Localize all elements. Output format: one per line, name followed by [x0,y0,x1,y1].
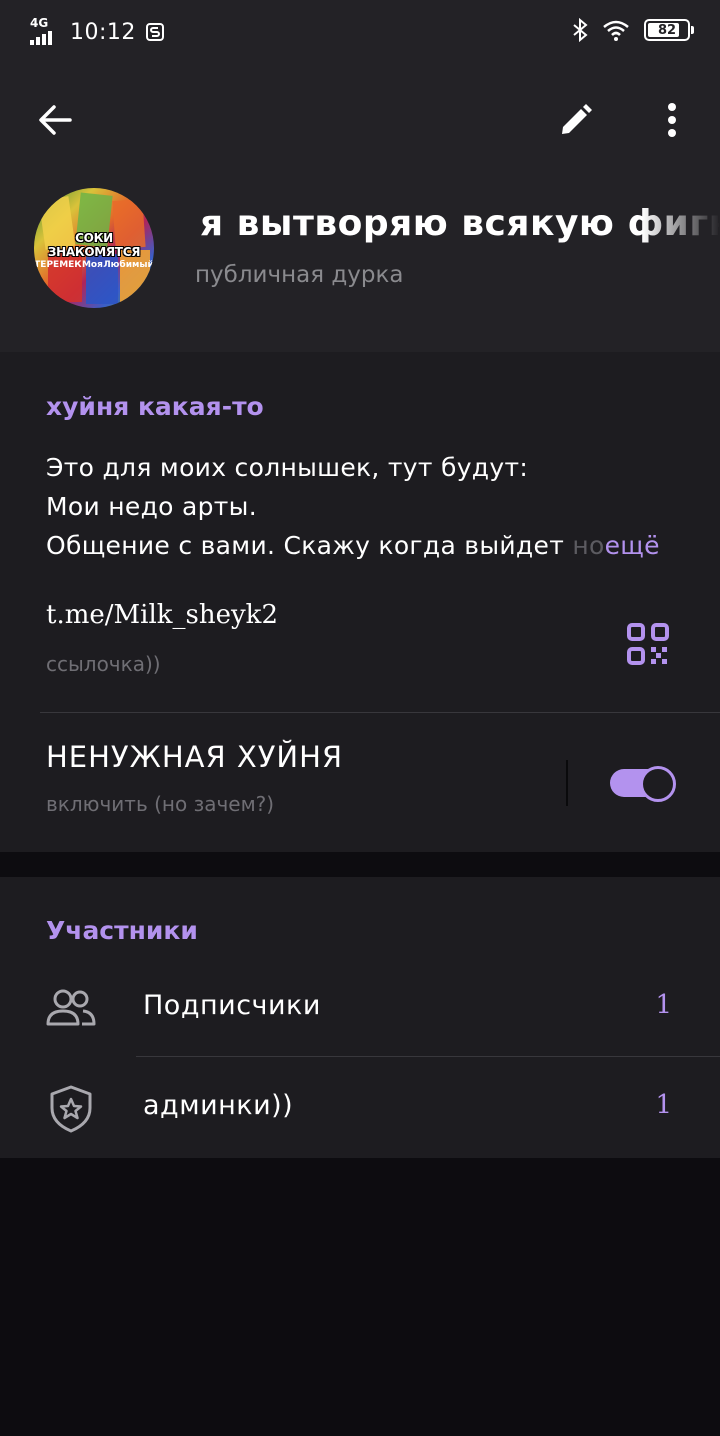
screenshot-notification-icon [145,23,164,41]
edit-button[interactable] [546,90,606,150]
channel-header: 4G 10:12 82 СОКИ ЗНАКОМЯТСЯ ТЕРЕМЕК Моя … [0,0,720,352]
description-line: Мои недо арты. [46,492,257,521]
admins-row[interactable]: админки)) [143,1090,293,1121]
channel-description[interactable]: Это для моих солнышек, тут будут: Мои не… [46,448,686,565]
toggle-switch[interactable] [610,766,676,802]
back-button[interactable] [25,90,85,150]
channel-type: публичная дурка [195,262,404,288]
cellular-signal-icon: 4G [30,17,60,47]
network-type: 4G [30,16,49,30]
status-time: 10:12 [70,19,136,45]
status-bar: 4G 10:12 82 [0,0,720,64]
toggle-setting-caption: включить (но зачем?) [46,792,275,816]
battery-level: 82 [657,22,677,38]
people-icon [46,989,96,1026]
avatar-label: ТЕРЕМЕК [34,260,82,270]
pencil-icon [562,104,592,134]
members-title: Участники [46,916,198,945]
subscribers-row[interactable]: Подписчики [143,990,321,1021]
avatar-label: Моя [81,260,103,270]
channel-avatar[interactable]: СОКИ ЗНАКОМЯТСЯ ТЕРЕМЕК Моя Любимый [34,188,154,308]
qr-code-icon[interactable] [626,622,670,666]
subscribers-count: 1 [655,990,672,1020]
divider [40,712,720,713]
toggle-setting-title[interactable]: НЕНУЖНАЯ ХУЙНЯ [46,740,343,774]
arrow-left-icon [39,105,72,135]
channel-title: я вытворяю всякую фигн [200,203,720,244]
shield-star-icon [50,1085,92,1133]
more-options-button[interactable] [642,90,702,150]
more-vert-icon [668,103,676,137]
avatar-label: Любимый [103,260,154,270]
wifi-icon [603,20,629,41]
description-line: Это для моих солнышек, тут будут: [46,453,529,482]
channel-link[interactable]: t.me/Milk_sheyk2 [46,600,278,630]
show-more-link[interactable]: ещё [605,531,660,560]
description-line: Общение с вами. Скажу когда выйдет [46,531,573,560]
channel-link-caption: ссылочка)) [46,652,161,676]
admins-count: 1 [655,1090,672,1120]
description-title: хуйня какая-то [46,392,264,421]
bluetooth-icon [573,18,588,42]
divider [136,1056,720,1057]
separator [566,760,568,806]
avatar-caption: СОКИ ЗНАКОМЯТСЯ [47,231,141,259]
battery-indicator: 82 [644,19,694,41]
description-faded-text: но [572,531,605,560]
